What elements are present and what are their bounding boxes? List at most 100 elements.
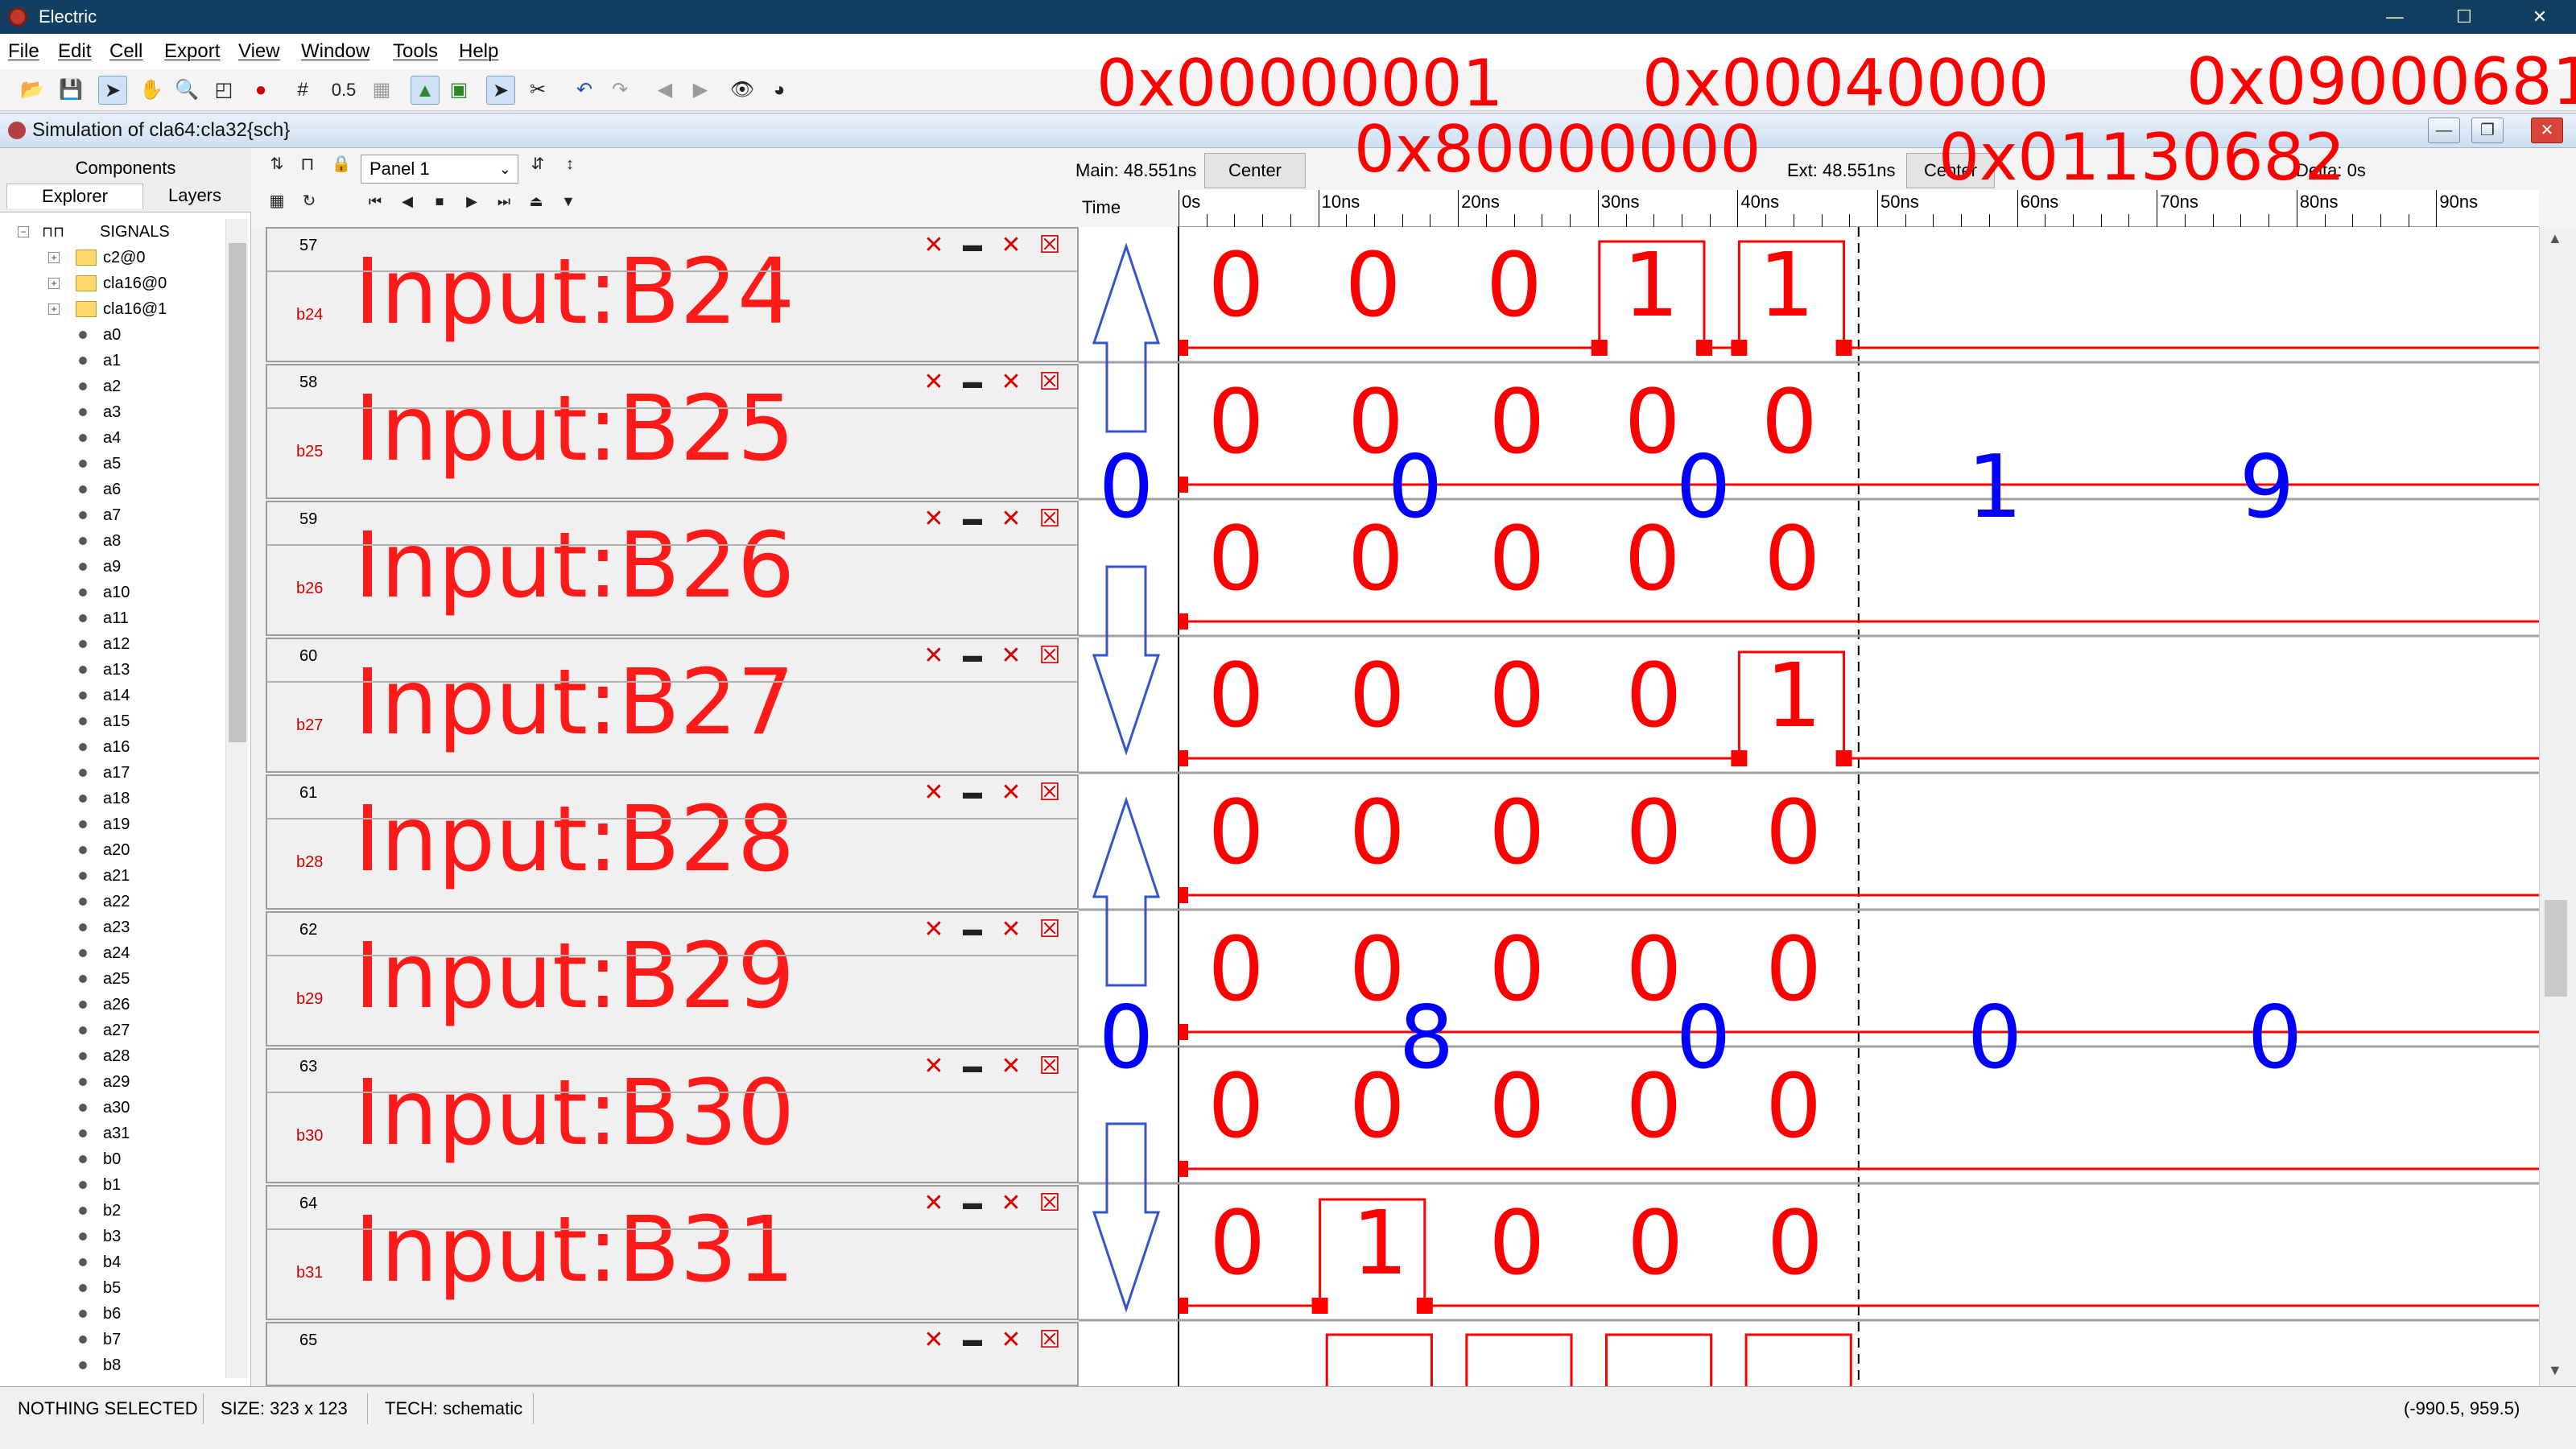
remove-signal-icon[interactable]: ✕ (919, 916, 948, 943)
lock-icon[interactable]: 🔒 (328, 151, 354, 177)
minimize-signal-icon[interactable]: ▬ (958, 642, 987, 670)
minimize-signal-icon[interactable]: ▬ (958, 1053, 987, 1080)
tree-signal[interactable]: b6 (0, 1301, 233, 1327)
tree-signal[interactable]: a14 (0, 683, 233, 708)
tree-signal[interactable]: a10 (0, 580, 233, 605)
schematic-mode-icon[interactable]: ▣ (444, 76, 473, 105)
tree-signal[interactable]: a27 (0, 1018, 233, 1043)
tree-signal[interactable]: b0 (0, 1146, 233, 1172)
tree-signal[interactable]: b4 (0, 1249, 233, 1275)
center-main-button[interactable]: Center (1204, 153, 1306, 188)
delete-trace-icon[interactable]: ✕ (997, 916, 1026, 943)
tree-signal[interactable]: b1 (0, 1172, 233, 1198)
remove-signal-icon[interactable]: ✕ (919, 642, 948, 670)
select-pointer-icon[interactable]: ➤ (98, 76, 127, 105)
tree-signal[interactable]: a0 (0, 322, 233, 348)
signal-name[interactable]: b29 (296, 990, 323, 1009)
delete-trace-icon[interactable]: ✕ (997, 1327, 1026, 1354)
expand-icon[interactable]: + (48, 278, 60, 289)
delete-all-traces-icon[interactable]: ☒ (1035, 506, 1064, 533)
signal-row[interactable]: 57 b24 Input:B24 ✕ ▬ ✕ ☒ (266, 227, 1079, 362)
move-down-icon[interactable]: ▼ (555, 188, 581, 214)
menu-edit[interactable]: Edit (58, 40, 91, 63)
tree-signal[interactable]: b5 (0, 1275, 233, 1301)
tree-signal[interactable]: a30 (0, 1095, 233, 1121)
tree-signal[interactable]: a25 (0, 966, 233, 992)
tree-signal[interactable]: a1 (0, 348, 233, 374)
tree-folder[interactable]: + cla16@1 (0, 296, 233, 322)
signal-row[interactable]: 58 b25 Input:B25 ✕ ▬ ✕ ☒ (266, 364, 1079, 499)
tree-signal[interactable]: a11 (0, 605, 233, 631)
delete-trace-icon[interactable]: ✕ (997, 506, 1026, 533)
tree-signal[interactable]: a9 (0, 554, 233, 580)
close-window-button[interactable]: ✕ (2504, 0, 2576, 34)
panel-select[interactable]: Panel 1 ⌄ (361, 155, 518, 184)
menu-tools[interactable]: Tools (393, 40, 438, 63)
delete-all-traces-icon[interactable]: ☒ (1035, 1327, 1064, 1354)
tree-signal[interactable]: a4 (0, 425, 233, 451)
explorer-scrollbar[interactable] (225, 219, 248, 1378)
tree-signal[interactable]: a8 (0, 528, 233, 554)
remove-signal-icon[interactable]: ✕ (919, 1053, 948, 1080)
tree-signal[interactable]: a21 (0, 863, 233, 889)
play-forward-icon[interactable]: ▶ (459, 188, 485, 214)
menu-view[interactable]: View (238, 40, 280, 63)
scroll-up-icon[interactable]: ▲ (2548, 230, 2562, 247)
hide-eye-icon[interactable]: ◕ (765, 76, 794, 105)
minimize-signal-icon[interactable]: ▬ (958, 506, 987, 533)
open-library-icon[interactable]: 📂 (18, 76, 47, 105)
tree-root-signals[interactable]: − ⊓⊓ SIGNALS (0, 219, 233, 245)
tree-signal[interactable]: a15 (0, 708, 233, 734)
tree-signal[interactable]: b7 (0, 1327, 233, 1352)
arc-icon[interactable]: ▦ (367, 76, 396, 105)
delete-all-traces-icon[interactable]: ☒ (1035, 1190, 1064, 1217)
show-eye-icon[interactable]: 👁 (728, 76, 757, 105)
forward-arrow-icon[interactable]: ▶ (686, 76, 715, 105)
tree-signal[interactable]: a22 (0, 889, 233, 914)
expand-icon[interactable]: + (48, 252, 60, 263)
tab-explorer[interactable]: Explorer (6, 184, 143, 208)
inner-minimize-button[interactable]: — (2428, 118, 2460, 143)
menu-help[interactable]: Help (459, 40, 498, 63)
signal-name[interactable]: b24 (296, 306, 323, 324)
tree-signal[interactable]: b3 (0, 1224, 233, 1249)
tab-components[interactable]: Components (0, 156, 251, 180)
tree-signal[interactable]: a7 (0, 502, 233, 528)
eject-up-icon[interactable]: ⏏ (523, 188, 549, 214)
outline-edit-icon[interactable]: ◰ (209, 76, 238, 105)
collapse-icon[interactable]: − (18, 226, 29, 237)
tree-signal[interactable]: a23 (0, 914, 233, 940)
delete-all-traces-icon[interactable]: ☒ (1035, 779, 1064, 807)
tree-signal[interactable]: a13 (0, 657, 233, 683)
tree-signal[interactable]: a24 (0, 940, 233, 966)
tree-folder[interactable]: + c2@0 (0, 245, 233, 270)
undo-icon[interactable]: ↶ (570, 76, 599, 105)
delete-trace-icon[interactable]: ✕ (997, 1053, 1026, 1080)
remove-signal-icon[interactable]: ✕ (919, 506, 948, 533)
forward-to-end-icon[interactable]: ⏭ (491, 188, 517, 214)
refresh-icon[interactable]: ↻ (296, 188, 322, 214)
tree-signal[interactable]: a5 (0, 451, 233, 477)
back-arrow-icon[interactable]: ◀ (650, 76, 679, 105)
tree-folder[interactable]: + cla16@0 (0, 270, 233, 296)
signal-name[interactable]: b28 (296, 853, 323, 872)
tree-signal[interactable]: a19 (0, 811, 233, 837)
signal-name[interactable]: b31 (296, 1264, 323, 1282)
shrink-signal-icon[interactable]: ↕ (557, 151, 583, 177)
inner-close-button[interactable]: ✕ (2531, 118, 2563, 143)
waveform-area[interactable]: 0001100000000000000100000000000000001000… (1079, 227, 2539, 1386)
remove-signal-icon[interactable]: ✕ (919, 232, 948, 259)
delete-all-traces-icon[interactable]: ☒ (1035, 369, 1064, 396)
remove-signal-icon[interactable]: ✕ (919, 369, 948, 396)
tree-signal[interactable]: a3 (0, 399, 233, 425)
minimize-signal-icon[interactable]: ▬ (958, 1190, 987, 1217)
delete-all-traces-icon[interactable]: ☒ (1035, 642, 1064, 670)
remove-signal-icon[interactable]: ✕ (919, 1327, 948, 1354)
measure-icon[interactable]: ● (246, 76, 275, 105)
delete-all-traces-icon[interactable]: ☒ (1035, 916, 1064, 943)
delete-trace-icon[interactable]: ✕ (997, 642, 1026, 670)
minimize-signal-icon[interactable]: ▬ (958, 1327, 987, 1354)
delete-trace-icon[interactable]: ✕ (997, 1190, 1026, 1217)
redo-icon[interactable]: ↷ (605, 76, 634, 105)
delete-trace-icon[interactable]: ✕ (997, 779, 1026, 807)
